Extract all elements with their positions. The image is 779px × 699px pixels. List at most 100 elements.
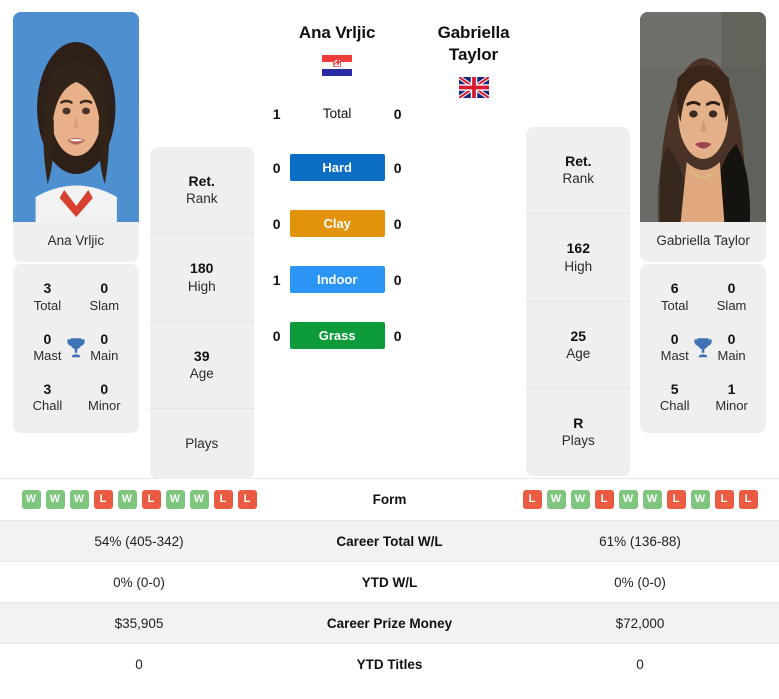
left-rank-value: Ret. <box>188 173 215 189</box>
right-titles-minor-label: Minor <box>715 398 748 414</box>
h2h-clay-row: 0 Clay 0 <box>254 196 421 252</box>
left-plays-row: Plays <box>150 409 254 479</box>
left-titles-minor-label: Minor <box>88 398 121 414</box>
table-row-career-total-wl: 54% (405-342) Career Total W/L 61% (136-… <box>0 520 779 562</box>
ytd-titles-label: YTD Titles <box>356 656 423 672</box>
form-badge-w: W <box>642 490 662 509</box>
left-age-label: Age <box>189 366 214 381</box>
left-high-row: 180 High <box>149 234 254 322</box>
right-player-name-block: Gabriella Taylor <box>421 0 527 98</box>
h2h-hard-chip[interactable]: Hard <box>289 154 385 182</box>
ytd-wl-label: YTD W/L <box>361 574 418 590</box>
left-player-photo-card[interactable]: Ana Vrljic <box>13 12 139 263</box>
left-age-value: 39 <box>193 347 210 364</box>
form-left-cell: WWWLWLWWLL <box>0 479 278 521</box>
form-badge-l: L <box>738 490 758 509</box>
right-form-badges: LWWLWWLWLL <box>511 490 769 509</box>
right-player-photo-caption: Gabriella Taylor <box>656 233 750 248</box>
left-career-total-wl: 54% (405-342) <box>94 533 184 549</box>
right-titles-chall-label: Chall <box>659 398 690 414</box>
croatia-flag-icon <box>322 54 353 76</box>
h2h-indoor-chip[interactable]: Indoor <box>289 266 385 294</box>
form-badge-w: W <box>21 490 41 509</box>
form-badge-w: W <box>570 490 590 509</box>
right-titles-card: 6 Total 0 Slam 0 Mast 0 Main 5 Chall 1 M… <box>640 264 767 434</box>
career-prize-money-label: Career Prize Money <box>326 615 453 631</box>
left-player-name-block: Ana Vrljic <box>254 0 421 76</box>
right-ytd-titles: 0 <box>636 656 644 672</box>
right-rank-row: Ret. Rank <box>526 127 631 215</box>
h2h-clay-right: 0 <box>393 215 402 232</box>
left-titles-total-label: Total <box>33 297 62 313</box>
left-titles-minor: 0 Minor <box>76 373 133 421</box>
h2h-hard-right: 0 <box>393 159 402 176</box>
left-form-badges: WWWLWLWWLL <box>10 490 268 509</box>
h2h-clay-chip[interactable]: Clay <box>289 210 385 238</box>
h2h-hard-left: 0 <box>272 159 281 176</box>
form-right-cell: LWWLWWLWLL <box>501 479 779 521</box>
left-ytd-titles: 0 <box>135 656 143 672</box>
left-titles-total: 3 Total <box>19 272 76 320</box>
left-titles-slam-value: 0 <box>100 280 109 297</box>
h2h-total-right: 0 <box>393 105 402 122</box>
left-rank-row: Ret. Rank <box>149 147 254 235</box>
form-badge-w: W <box>165 490 185 509</box>
right-plays-value: R <box>573 415 584 432</box>
right-career-prize-money: $72,000 <box>615 615 665 631</box>
right-titles-chall-value: 5 <box>670 380 679 397</box>
form-badge-w: W <box>618 490 638 509</box>
right-titles-minor: 1 Minor <box>703 373 760 421</box>
head-to-head-surfaces: 1 Total 0 0 Hard 0 0 Clay 0 1 Indoor 0 0… <box>254 88 421 364</box>
h2h-grass-left: 0 <box>272 327 281 344</box>
right-titles-slam: 0 Slam <box>703 272 760 320</box>
right-high-row: 162 High <box>526 214 631 302</box>
right-titles-chall: 5 Chall <box>646 373 703 421</box>
career-total-wl-label: Career Total W/L <box>336 533 443 549</box>
h2h-total-left: 1 <box>272 105 281 122</box>
h2h-total-row: 1 Total 0 <box>254 88 421 140</box>
left-career-prize-money: $35,905 <box>114 615 164 631</box>
form-row-label: Form <box>372 492 407 507</box>
trophy-icon <box>67 338 85 358</box>
right-titles-slam-value: 0 <box>727 280 736 297</box>
right-titles-slam-label: Slam <box>716 297 747 313</box>
left-name-and-h2h-column: Ana Vrljic 1 Total 0 0 Hard 0 0 Clay 0 1… <box>254 0 421 364</box>
left-player-photo <box>13 12 139 222</box>
right-player-photo-card[interactable]: Gabriella Taylor <box>640 12 767 263</box>
left-rank-card: Ret. Rank 180 High 39 Age Plays <box>149 147 254 480</box>
left-player-photo-caption: Ana Vrljic <box>47 233 105 248</box>
right-rank-card: Ret. Rank 162 High 25 Age R Plays <box>526 127 631 476</box>
left-plays-label: Plays <box>185 436 219 452</box>
left-titles-minor-value: 0 <box>100 380 109 397</box>
right-plays-row: R Plays <box>526 389 630 475</box>
form-badge-l: L <box>594 490 614 509</box>
h2h-indoor-row: 1 Indoor 0 <box>254 252 421 308</box>
left-rank-label: Rank <box>185 191 218 207</box>
left-ytd-wl: 0% (0-0) <box>113 574 165 590</box>
h2h-grass-chip[interactable]: Grass <box>289 322 385 350</box>
right-player-column: Gabriella Taylor 6 Total 0 Slam 0 Mast 0… <box>630 0 779 434</box>
right-age-value: 25 <box>570 327 587 344</box>
form-badge-l: L <box>213 490 233 509</box>
comparison-header: Ana Vrljic 3 Total 0 Slam 0 Mast 0 Main … <box>0 0 779 480</box>
form-badge-l: L <box>714 490 734 509</box>
trophy-icon <box>694 338 712 358</box>
united-kingdom-flag-icon <box>458 76 489 98</box>
form-badge-l: L <box>237 490 257 509</box>
left-player-column: Ana Vrljic 3 Total 0 Slam 0 Mast 0 Main … <box>0 0 149 434</box>
right-player-name[interactable]: Gabriella Taylor <box>421 22 527 66</box>
right-rank-label: Rank <box>562 171 595 187</box>
right-plays-label: Plays <box>561 433 595 449</box>
left-player-name[interactable]: Ana Vrljic <box>254 22 421 44</box>
right-age-row: 25 Age <box>526 302 631 390</box>
left-titles-card: 3 Total 0 Slam 0 Mast 0 Main 3 Chall 0 M… <box>13 264 139 434</box>
table-row-form: WWWLWLWWLL Form LWWLWWLWLL <box>0 478 779 521</box>
left-age-row: 39 Age <box>149 322 254 410</box>
form-badge-w: W <box>690 490 710 509</box>
right-titles-minor-value: 1 <box>727 380 736 397</box>
form-badge-w: W <box>117 490 137 509</box>
left-high-label: High <box>187 278 216 294</box>
player-comparison-page: Ana Vrljic 3 Total 0 Slam 0 Mast 0 Main … <box>0 0 779 699</box>
left-rank-column: Ret. Rank 180 High 39 Age Plays <box>149 0 254 480</box>
form-badge-w: W <box>189 490 209 509</box>
